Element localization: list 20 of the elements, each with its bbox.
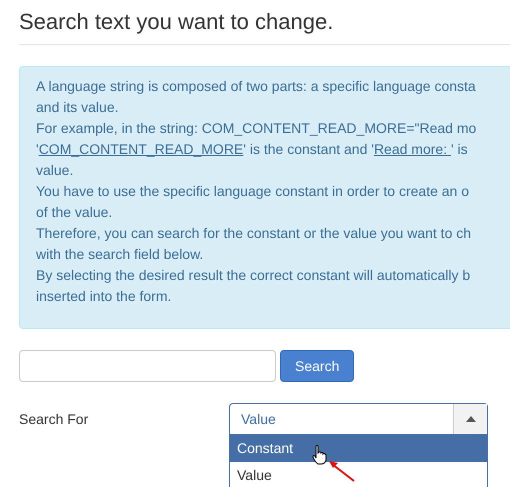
info-text-line: of the value. bbox=[36, 203, 112, 222]
annotation-arrow bbox=[328, 460, 356, 482]
info-text-line: 'COM_CONTENT_READ_MORE' is the constant and 'Read more: ' is bbox=[36, 140, 468, 159]
caret-icon bbox=[466, 416, 476, 422]
info-text-line: By selecting the desired result the correct constant will automatically b bbox=[36, 266, 470, 285]
info-text-line: inserted into the form. bbox=[36, 287, 172, 306]
search-field[interactable] bbox=[19, 350, 276, 382]
search-for-dropdown[interactable]: Value bbox=[229, 403, 488, 435]
info-text-line: You have to use the specific language constant in order to create an o bbox=[36, 182, 470, 201]
info-text-line: For example, in the string: COM_CONTENT_READ_MORE="Read mo bbox=[36, 119, 476, 138]
info-text-line: value. bbox=[36, 161, 74, 180]
hand-cursor-icon bbox=[312, 445, 328, 465]
info-text-line: and its value. bbox=[36, 98, 118, 117]
info-text-line: Therefore, you can search for the constant or the value you want to ch bbox=[36, 224, 472, 243]
page-heading: Search text you want to change. bbox=[19, 8, 334, 35]
info-text-line: with the search field below. bbox=[36, 245, 204, 264]
info-text-line: A language string is composed of two parts: a specific language consta bbox=[36, 77, 476, 96]
search-for-label: Search For bbox=[19, 410, 90, 428]
dropdown-option[interactable]: Constant bbox=[230, 435, 487, 462]
search-button[interactable]: Search bbox=[280, 350, 354, 382]
